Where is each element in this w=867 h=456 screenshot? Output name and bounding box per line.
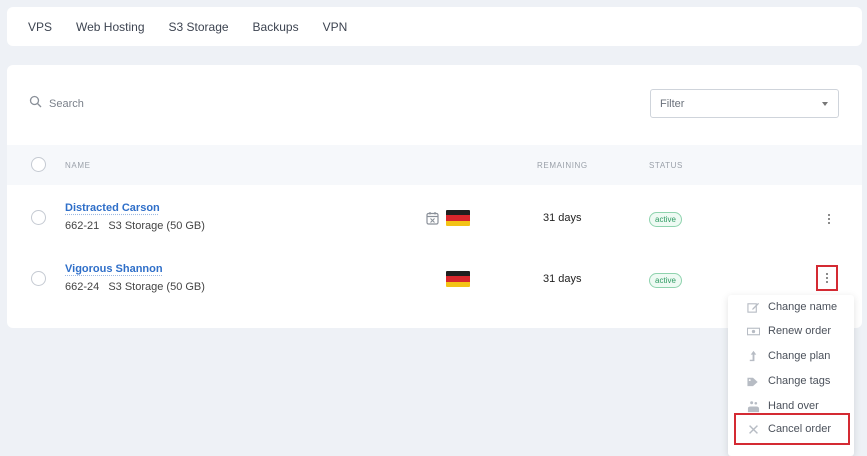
row-actions-menu: Change name Renew order Change plan Chan… bbox=[728, 295, 854, 456]
menu-item-label: Change plan bbox=[768, 350, 831, 362]
menu-item-label: Change name bbox=[768, 301, 838, 313]
order-details: 662-21 S3 Storage (50 GB) bbox=[65, 220, 205, 232]
tab-web-hosting[interactable]: Web Hosting bbox=[76, 20, 144, 34]
row-actions-button[interactable] bbox=[816, 265, 838, 291]
tag-icon bbox=[746, 374, 760, 388]
order-name-link[interactable]: Vigorous Shannon bbox=[65, 263, 163, 275]
more-vertical-icon bbox=[826, 273, 828, 283]
status-badge: active bbox=[649, 273, 682, 288]
order-id: 662-21 bbox=[65, 220, 100, 232]
header-remaining: REMAINING bbox=[537, 161, 588, 170]
menu-item-label: Hand over bbox=[768, 400, 819, 412]
close-icon bbox=[746, 422, 760, 436]
product-nav: VPS Web Hosting S3 Storage Backups VPN bbox=[7, 7, 862, 46]
arrow-up-icon bbox=[746, 349, 760, 363]
table-header: NAME REMAINING STATUS bbox=[7, 145, 862, 185]
order-id: 662-24 bbox=[65, 281, 100, 293]
germany-flag-icon bbox=[446, 210, 470, 226]
menu-item-label: Cancel order bbox=[768, 423, 831, 435]
chevron-down-icon bbox=[822, 102, 828, 106]
menu-item-change-tags[interactable]: Change tags bbox=[728, 369, 854, 393]
row-checkbox[interactable] bbox=[31, 271, 46, 286]
menu-item-renew-order[interactable]: Renew order bbox=[728, 319, 854, 343]
search-input[interactable] bbox=[49, 98, 249, 110]
status-badge: active bbox=[649, 212, 682, 227]
remaining-days: 31 days bbox=[543, 212, 582, 224]
orders-card: Filter NAME REMAINING STATUS Distracted … bbox=[7, 65, 862, 328]
tab-vpn[interactable]: VPN bbox=[323, 20, 348, 34]
remaining-days: 31 days bbox=[543, 273, 582, 285]
tab-s3-storage[interactable]: S3 Storage bbox=[169, 20, 229, 34]
order-name-link[interactable]: Distracted Carson bbox=[65, 202, 160, 214]
menu-item-change-plan[interactable]: Change plan bbox=[728, 344, 854, 368]
menu-item-label: Change tags bbox=[768, 375, 831, 387]
money-icon bbox=[746, 324, 760, 338]
header-status: STATUS bbox=[649, 161, 683, 170]
menu-item-label: Renew order bbox=[768, 325, 831, 337]
menu-item-cancel-order[interactable]: Cancel order bbox=[734, 413, 850, 445]
select-all-checkbox[interactable] bbox=[31, 157, 46, 172]
order-details: 662-24 S3 Storage (50 GB) bbox=[65, 281, 205, 293]
tab-vps[interactable]: VPS bbox=[28, 20, 52, 34]
filter-select[interactable]: Filter bbox=[650, 89, 839, 118]
search-bar bbox=[29, 95, 249, 113]
tab-backups[interactable]: Backups bbox=[253, 20, 299, 34]
germany-flag-icon bbox=[446, 271, 470, 287]
order-product: S3 Storage (50 GB) bbox=[108, 220, 205, 232]
search-icon bbox=[29, 95, 42, 113]
table-row: Distracted Carson 662-21 S3 Storage (50 … bbox=[7, 189, 862, 249]
menu-item-change-name[interactable]: Change name bbox=[728, 295, 854, 319]
row-actions-button[interactable] bbox=[818, 206, 840, 232]
hand-over-icon bbox=[746, 399, 760, 413]
edit-icon bbox=[746, 300, 760, 314]
scheduled-cancel-icon bbox=[426, 211, 439, 225]
header-name: NAME bbox=[65, 161, 91, 170]
row-checkbox[interactable] bbox=[31, 210, 46, 225]
order-product: S3 Storage (50 GB) bbox=[108, 281, 205, 293]
filter-label: Filter bbox=[660, 97, 685, 110]
more-vertical-icon bbox=[828, 214, 830, 224]
